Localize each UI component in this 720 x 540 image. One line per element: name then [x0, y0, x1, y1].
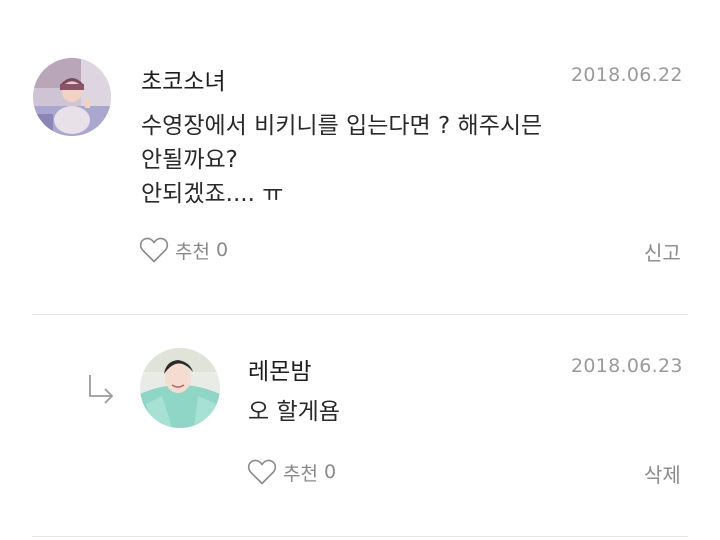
like-label: 추천	[175, 240, 210, 263]
report-button[interactable]: 신고	[644, 237, 681, 266]
like-label: 추천	[283, 462, 318, 485]
divider	[32, 314, 688, 315]
like-count: 0	[215, 239, 229, 261]
comment-body: 오 할게욤	[248, 395, 340, 429]
username[interactable]: 초코소녀	[141, 62, 226, 96]
like-count: 0	[323, 461, 337, 483]
reply-arrow-icon	[86, 372, 116, 408]
comment-text-line: 안되겠죠.... ㅠ	[141, 181, 284, 207]
divider	[32, 536, 688, 537]
heart-outline-icon	[139, 236, 169, 264]
avatar[interactable]	[140, 348, 220, 428]
username[interactable]: 레몬밤	[248, 352, 311, 386]
comment-text-line: 수영장에서 비키니를 입는다면 ? 해주시믄	[141, 113, 543, 139]
comment-body: 수영장에서 비키니를 입는다면 ? 해주시믄 안될까요? 안되겠죠.... ㅠ	[141, 109, 542, 211]
comment-text-line: 안될까요?	[141, 147, 238, 173]
comment-text-line: 오 할게욤	[248, 399, 340, 425]
heart-outline-icon	[247, 458, 277, 486]
like-button[interactable]: 추천 0	[139, 236, 228, 264]
like-button[interactable]: 추천 0	[247, 458, 336, 486]
comment-date: 2018.06.22	[571, 64, 683, 86]
comment-date: 2018.06.23	[571, 355, 683, 377]
avatar[interactable]	[33, 58, 111, 136]
delete-button[interactable]: 삭제	[644, 459, 681, 488]
